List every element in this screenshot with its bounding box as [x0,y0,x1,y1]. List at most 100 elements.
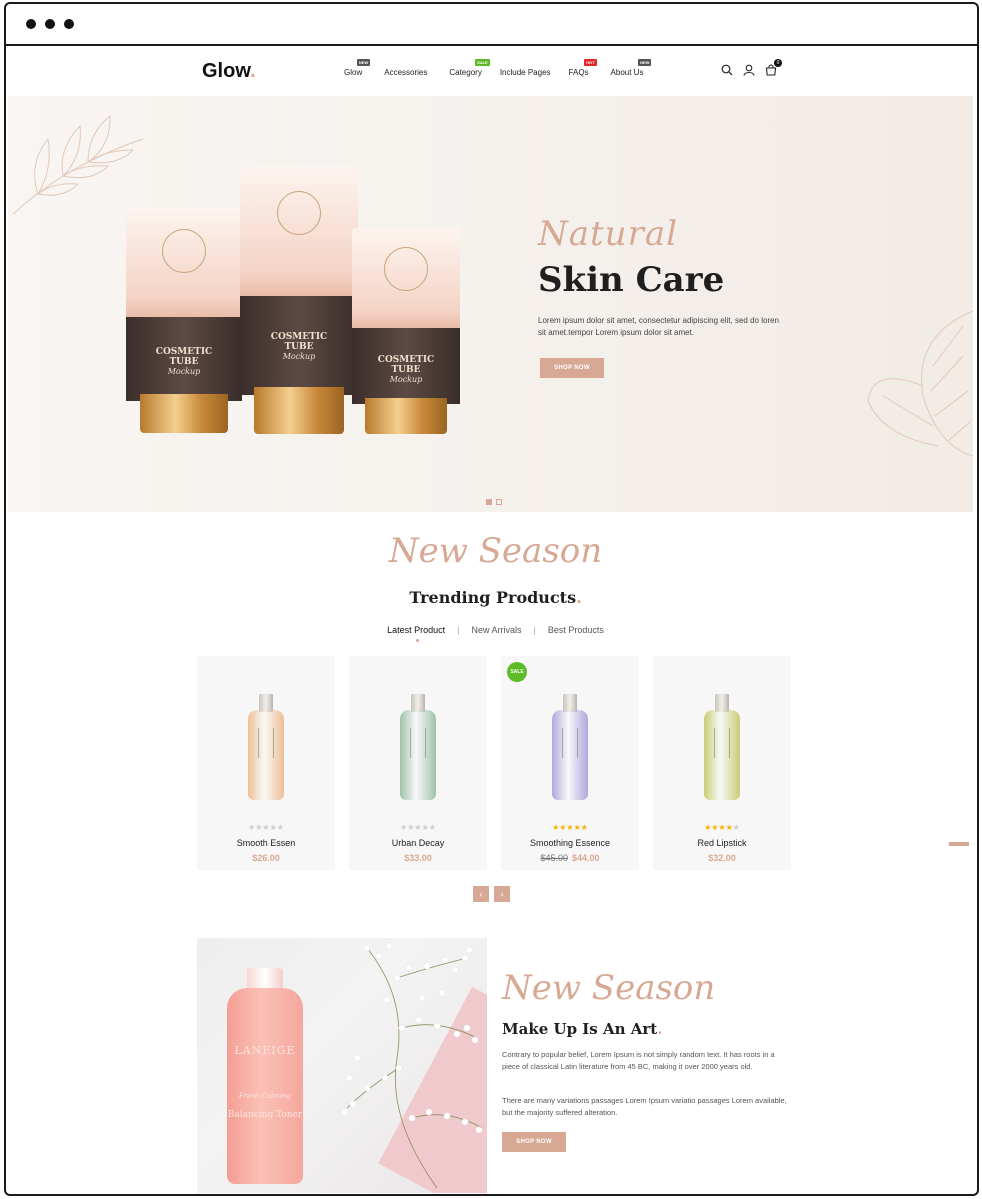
star-icon: ★ [262,823,270,832]
current-price: $32.00 [708,853,736,863]
nav-badge: SALE [475,59,490,66]
prev-arrow-button[interactable]: ‹ [473,886,489,902]
tab-separator: | [457,625,460,635]
nav-item-label: Glow [344,68,363,77]
product-card[interactable]: ★★★★★ Smooth Essen $26.00 [197,656,335,870]
current-price: $33.00 [404,853,432,863]
nav-item-label: Accessories [384,68,428,77]
cosmetic-tube: COSMETIC TUBE Mockup [126,208,242,440]
browser-frame: Glow. Glow NEW Accessories Category SALE Incl… [4,2,979,1196]
search-icon[interactable] [721,63,733,81]
product-name[interactable]: Smooth Essen [197,838,335,848]
slider-pagination [486,499,502,505]
current-price: $44.00 [572,853,600,863]
product-name[interactable]: Urban Decay [349,838,487,848]
hero-slider: COSMETIC TUBE Mockup COSMETIC TUBE Mockup CO… [8,96,973,512]
section-title-dot: . [576,588,582,607]
star-icon: ★ [573,823,581,832]
product-bottle-image [704,694,740,800]
makeup-title: Make Up Is An Art. [502,1020,662,1038]
cosmetic-tube: COSMETIC TUBE Mockup [240,166,358,442]
site-logo[interactable]: Glow. [202,60,256,83]
leaf-decoration-icon [867,310,973,457]
next-arrow-button[interactable]: › [494,886,510,902]
star-icon: ★ [269,823,277,832]
cosmetic-tube: COSMETIC TUBE Mockup [352,228,460,440]
bottle-cap [247,968,283,990]
rating-stars: ★★★★★ [653,823,791,832]
tab-best-products[interactable]: Best Products [548,625,604,635]
logo-dot: . [250,60,256,82]
makeup-shop-now-button[interactable]: SHOP NOW [502,1132,566,1152]
product-price: $33.00 [349,853,487,863]
product-card[interactable]: ★★★★★ Red Lipstick $32.00 [653,656,791,870]
hero-title: Skin Care [538,260,725,300]
nav-item-glow[interactable]: Glow NEW [344,59,371,77]
nav-item-category[interactable]: Category SALE [449,59,490,77]
tube-label-text: TUBE [284,341,314,352]
window-chrome [6,4,977,46]
star-icon: ★ [566,823,574,832]
star-icon: ★ [421,823,429,832]
star-icon: ★ [725,823,733,832]
tube-label-text: COSMETIC [155,347,213,358]
bottle-brand: LANEIGE [234,1044,296,1057]
section-title: Trending Products. [6,588,977,607]
nav-item-about-us[interactable]: About Us NEW [611,59,652,77]
nav-item-label: FAQs [568,68,589,77]
nav-item-include-pages[interactable]: Include Pages [500,68,551,77]
star-icon: ★ [580,823,588,832]
tube-label-text: TUBE [391,365,421,376]
nav-item-label: Include Pages [499,68,551,77]
star-icon: ★ [276,823,284,832]
product-bottle-image [248,694,284,800]
leaf-decoration-icon [12,114,144,215]
bottle-sub1: Fresh Calming [238,1092,292,1100]
tube-label-text: COSMETIC [270,331,328,342]
slider-dot[interactable] [496,499,502,505]
main-nav: Glow NEW Accessories Category SALE Include Pa… [344,59,652,77]
nav-badge: NEW [638,59,652,66]
hero-shop-now-button[interactable]: SHOP NOW [540,358,604,378]
old-price: $45.00 [540,853,568,863]
cart-count-badge: 0 [774,59,782,67]
star-icon: ★ [732,823,740,832]
current-price: $26.00 [252,853,280,863]
user-icon[interactable] [743,63,755,81]
product-card[interactable]: ★★★★★ Urban Decay $33.00 [349,656,487,870]
tube-label-text: Mockup [389,375,423,385]
product-bottle-image [400,694,436,800]
product-card[interactable]: SALE ★★★★★ Smoothing Essence $45.00 $44.0… [501,656,639,870]
product-price: $32.00 [653,853,791,863]
hero-script-text: Natural [538,214,678,254]
product-price: $26.00 [197,853,335,863]
makeup-title-text: Make Up Is An Art [502,1020,658,1038]
cart-icon[interactable]: 0 [765,59,782,81]
star-icon: ★ [414,823,422,832]
hero-description: Lorem ipsum dolor sit amet, consectetur … [538,316,780,337]
makeup-script-text: New Season [502,968,716,1008]
makeup-feature-image: LANEIGE Fresh Calming Balancing Toner [197,938,487,1193]
side-drawer-tab[interactable] [949,842,969,846]
sale-badge: SALE [507,662,527,682]
toner-bottle [227,988,303,1184]
header-icons: 0 [721,59,782,81]
nav-item-accessories[interactable]: Accessories [384,68,427,77]
bottle-sub2: Balancing Toner [227,1110,303,1120]
tab-separator: | [533,625,536,635]
window-dot-icon [64,19,74,29]
star-icon: ★ [428,823,436,832]
slider-dot-active[interactable] [486,499,492,505]
product-name[interactable]: Red Lipstick [653,838,791,848]
nav-item-label: Category [449,68,482,77]
nav-badge: HOT [584,59,597,66]
product-name[interactable]: Smoothing Essence [501,838,639,848]
rating-stars: ★★★★★ [349,823,487,832]
nav-item-faqs[interactable]: FAQs HOT [568,59,597,77]
tab-latest-product[interactable]: Latest Product [387,625,445,642]
window-dot-icon [45,19,55,29]
makeup-paragraph-2: There are many variations passages Lorem… [502,1096,787,1117]
tube-label-text: Mockup [282,351,316,361]
product-price: $45.00 $44.00 [501,853,639,863]
tab-new-arrivals[interactable]: New Arrivals [472,625,522,635]
